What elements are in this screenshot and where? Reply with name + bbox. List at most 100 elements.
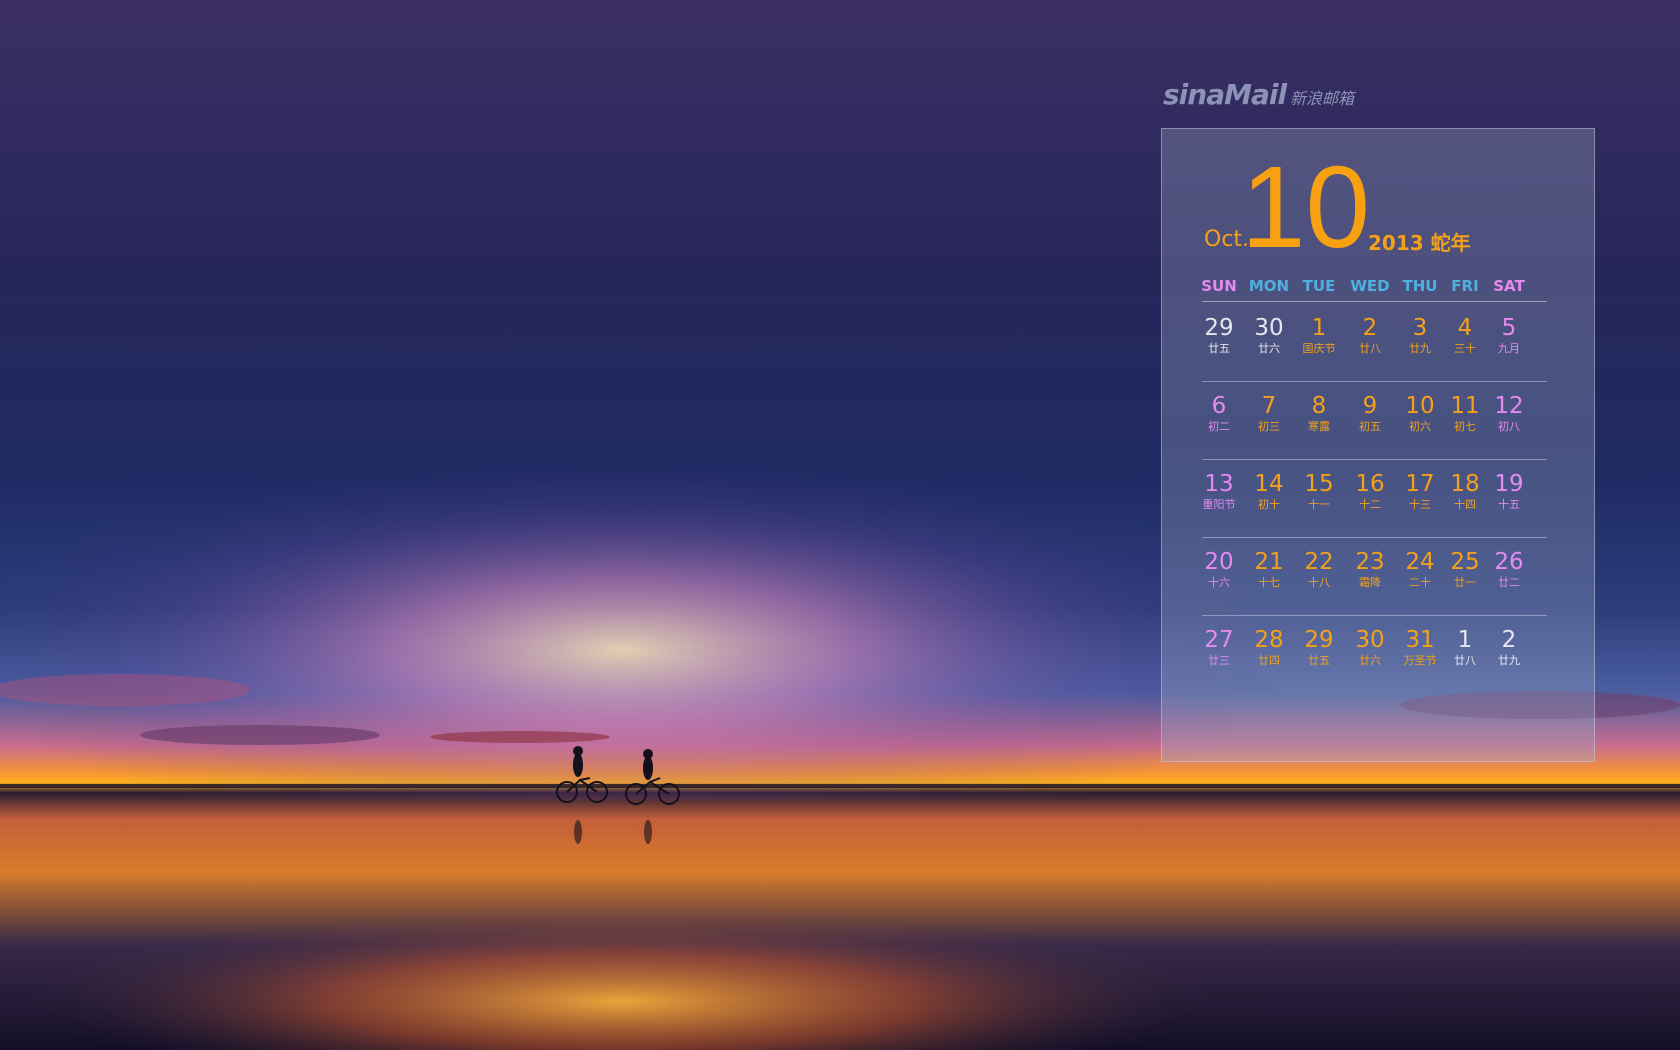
day-cell: 19 十五: [1494, 471, 1523, 512]
day-number: 12: [1494, 393, 1524, 419]
weekday-mon: MON: [1248, 277, 1290, 295]
lunar-date: 廿五: [1208, 342, 1230, 355]
lunar-date: 廿九: [1409, 342, 1431, 355]
lunar-date: 廿九: [1498, 654, 1520, 667]
day-number: 6: [1211, 393, 1227, 419]
lunar-date: 廿五: [1308, 654, 1330, 667]
day-cell: 21 十七: [1254, 549, 1283, 590]
day-number: 17: [1405, 471, 1435, 497]
day-cell: 30 廿六: [1254, 315, 1283, 356]
month-number: 10: [1241, 142, 1371, 272]
lunar-date: 十四: [1454, 498, 1476, 511]
day-cell: 1 国庆节: [1303, 315, 1336, 356]
day-number: 13: [1204, 471, 1234, 497]
lunar-date: 九月: [1498, 342, 1520, 355]
day-number: 16: [1355, 471, 1385, 497]
day-number: 8: [1311, 393, 1327, 419]
day-cell: 31 万圣节: [1404, 627, 1437, 668]
lunar-date: 廿一: [1454, 576, 1476, 589]
day-number: 7: [1261, 393, 1277, 419]
sina-mail-logo: sinaMail 新浪邮箱: [1163, 78, 1354, 111]
lunar-date: 三十: [1454, 342, 1476, 355]
lunar-date: 廿四: [1258, 654, 1280, 667]
lunar-date: 廿三: [1208, 654, 1230, 667]
week-row: 13 重阳节 14 初十 15 十一 16 十二 17 十三 18 十四 19 十五: [1202, 457, 1547, 540]
day-number: 26: [1494, 549, 1524, 575]
day-cell: 29 廿五: [1304, 627, 1333, 668]
day-number: 2: [1362, 315, 1378, 341]
day-cell: 8 寒露: [1308, 393, 1330, 434]
day-number: 4: [1457, 315, 1473, 341]
lunar-date: 廿八: [1359, 342, 1381, 355]
day-cell: 23 霜降: [1355, 549, 1384, 590]
weekday-wed: WED: [1350, 277, 1390, 295]
lunar-date: 十二: [1359, 498, 1381, 511]
day-cell: 29 廿五: [1204, 315, 1233, 356]
lunar-date: 十七: [1258, 576, 1280, 589]
day-cell: 5 九月: [1498, 315, 1520, 356]
lunar-date: 初五: [1359, 420, 1381, 433]
day-cell: 9 初五: [1359, 393, 1381, 434]
day-cell: 20 十六: [1204, 549, 1233, 590]
day-number: 14: [1254, 471, 1284, 497]
day-cell: 13 重阳节: [1203, 471, 1236, 512]
day-cell: 16 十二: [1355, 471, 1384, 512]
day-number: 20: [1204, 549, 1234, 575]
lunar-date: 万圣节: [1403, 654, 1437, 667]
day-cell: 17 十三: [1405, 471, 1434, 512]
lunar-date: 初八: [1498, 420, 1520, 433]
lunar-date: 初七: [1454, 420, 1476, 433]
day-cell: 27 廿三: [1204, 627, 1233, 668]
day-number: 1: [1457, 627, 1473, 653]
week-row: 6 初二 7 初三 8 寒露 9 初五 10 初六 11 初七 12 初八: [1202, 379, 1547, 462]
lunar-date: 廿六: [1258, 342, 1280, 355]
lunar-date: 十三: [1409, 498, 1431, 511]
day-cell: 11 初七: [1450, 393, 1479, 434]
lunar-date: 二十: [1409, 576, 1431, 589]
lunar-date: 廿八: [1454, 654, 1476, 667]
day-number: 29: [1204, 315, 1234, 341]
day-cell: 26 廿二: [1494, 549, 1523, 590]
weekday-sat: SAT: [1493, 277, 1525, 295]
day-cell: 6 初二: [1208, 393, 1230, 434]
lunar-date: 初三: [1258, 420, 1280, 433]
day-number: 28: [1254, 627, 1284, 653]
day-number: 31: [1405, 627, 1435, 653]
day-cell: 18 十四: [1450, 471, 1479, 512]
day-number: 19: [1494, 471, 1524, 497]
lunar-date: 初十: [1258, 498, 1280, 511]
lunar-date: 十八: [1308, 576, 1330, 589]
day-cell: 2 廿八: [1359, 315, 1381, 356]
day-cell: 14 初十: [1254, 471, 1283, 512]
day-number: 15: [1304, 471, 1334, 497]
week-row: 29 廿五 30 廿六 1 国庆节 2 廿八 3 廿九 4 三十 5 九月: [1202, 301, 1547, 384]
lunar-date: 重阳节: [1202, 498, 1236, 511]
lunar-date: 霜降: [1359, 576, 1381, 589]
day-number: 29: [1304, 627, 1334, 653]
day-cell: 3 廿九: [1409, 315, 1431, 356]
week-row: 20 十六 21 十七 22 十八 23 霜降 24 二十 25 廿一 26 廿二: [1202, 535, 1547, 618]
day-cell: 1 廿八: [1454, 627, 1476, 668]
lunar-date: 寒露: [1308, 420, 1330, 433]
lunar-date: 十一: [1308, 498, 1330, 511]
lunar-date: 初六: [1409, 420, 1431, 433]
day-cell: 30 廿六: [1355, 627, 1384, 668]
day-number: 2: [1501, 627, 1517, 653]
lunar-date: 十六: [1208, 576, 1230, 589]
day-cell: 22 十八: [1304, 549, 1333, 590]
lunar-date: 十五: [1498, 498, 1520, 511]
day-number: 3: [1412, 315, 1428, 341]
day-number: 30: [1254, 315, 1284, 341]
day-cell: 24 二十: [1405, 549, 1434, 590]
day-number: 9: [1362, 393, 1378, 419]
lunar-date: 廿六: [1359, 654, 1381, 667]
day-number: 1: [1311, 315, 1327, 341]
day-number: 23: [1355, 549, 1385, 575]
day-cell: 25 廿一: [1450, 549, 1479, 590]
day-cell: 2 廿九: [1498, 627, 1520, 668]
day-number: 21: [1254, 549, 1284, 575]
weekday-tue: TUE: [1302, 277, 1336, 295]
lunar-date: 国庆节: [1302, 342, 1336, 355]
day-cell: 12 初八: [1494, 393, 1523, 434]
day-number: 22: [1304, 549, 1334, 575]
